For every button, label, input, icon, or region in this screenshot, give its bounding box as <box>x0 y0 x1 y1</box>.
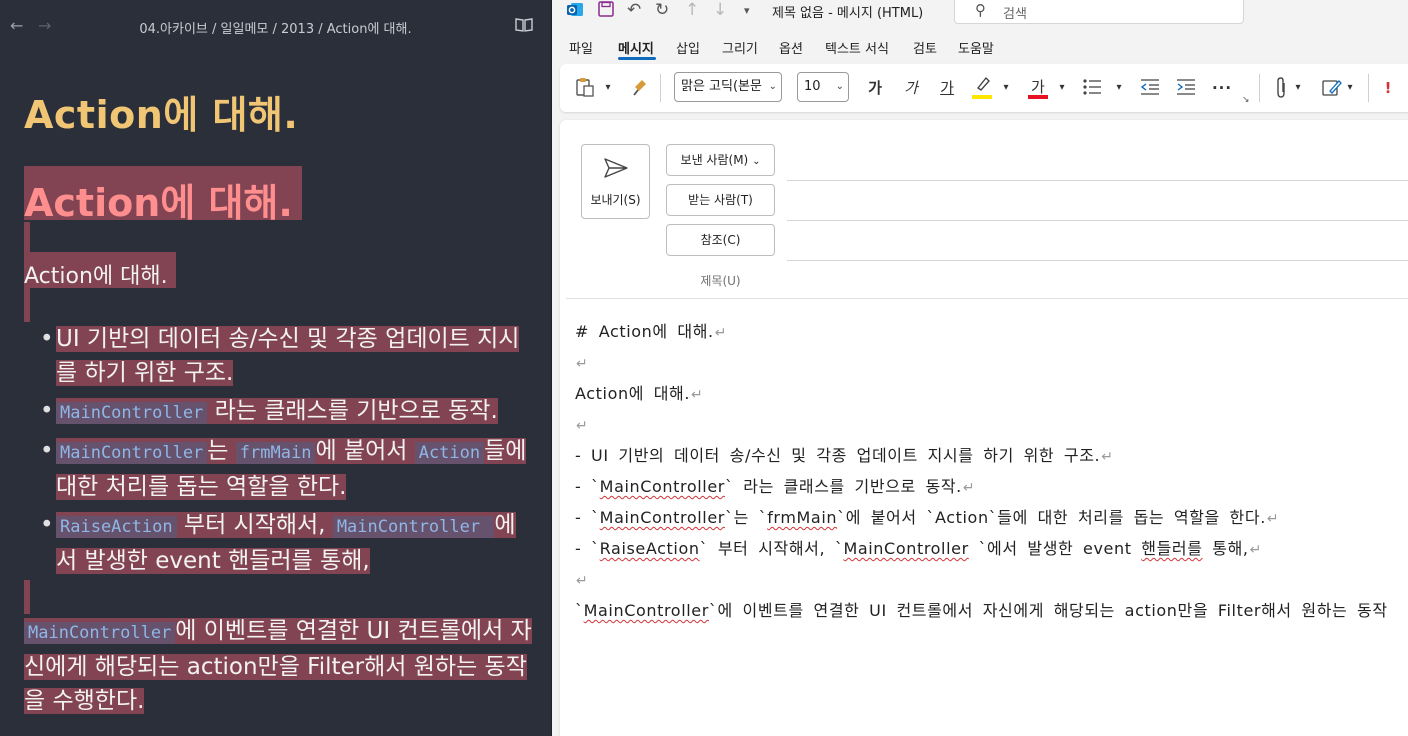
body-line: Action에 대해.↵ <box>575 384 704 403</box>
page-title: Action에 대해. <box>24 93 299 137</box>
ribbon-separator <box>1259 74 1260 102</box>
outlook-compose-window: ↶ ↻ ↑ ↓ ▾ 제목 없음 - 메시지 (HTML) ⚲ 검색 파일 메시지… <box>552 0 1408 736</box>
save-icon[interactable] <box>598 1 614 17</box>
paste-icon[interactable] <box>576 77 594 97</box>
bold-button[interactable]: 가 <box>862 76 888 100</box>
ribbon-separator <box>1368 74 1369 102</box>
down-arrow-icon[interactable]: ↓ <box>713 0 727 20</box>
attach-dropdown-icon[interactable]: ▾ <box>1292 76 1304 100</box>
signature-icon[interactable] <box>1322 78 1342 98</box>
list-item: RaiseAction 부터 시작해서, MainController 에서 발… <box>40 508 530 578</box>
body-line: ↵ <box>576 418 589 434</box>
body-line: - `MainController` 라는 클래스를 기반으로 동작.↵ <box>575 477 976 496</box>
highlight-dropdown-icon[interactable]: ▾ <box>1000 76 1012 100</box>
from-button[interactable]: 보낸 사람(M) ⌄ <box>666 144 775 176</box>
redo-icon[interactable]: ↻ <box>655 0 669 20</box>
menu-file[interactable]: 파일 <box>569 38 593 57</box>
signature-dropdown-icon[interactable]: ▾ <box>1344 76 1356 100</box>
font-name-value: 맑은 고딕(본문 <box>681 79 762 94</box>
highlight-gap <box>24 288 30 322</box>
dialog-launcher-icon[interactable]: ↘ <box>1242 95 1250 105</box>
menu-message[interactable]: 메시지 <box>618 38 654 57</box>
list-item: UI 기반의 데이터 송/수신 및 각종 업데이트 지시를 하기 위한 구조. <box>40 322 530 390</box>
send-icon <box>604 158 628 178</box>
font-name-select[interactable]: 맑은 고딕(본문 ⌄ <box>674 72 782 102</box>
chevron-down-icon: ⌄ <box>835 81 844 92</box>
menu-insert[interactable]: 삽입 <box>676 38 700 57</box>
high-importance-button[interactable]: ! <box>1382 76 1394 100</box>
more-options-button[interactable]: ··· <box>1207 76 1237 100</box>
undo-icon[interactable]: ↶ <box>627 0 641 20</box>
bullets-icon[interactable] <box>1082 78 1102 96</box>
from-label: 보낸 사람(M) <box>680 153 749 167</box>
decrease-indent-icon[interactable] <box>1140 78 1160 96</box>
breadcrumb: 04.아카이브 / 일일메모 / 2013 / Action에 대해. <box>139 22 412 37</box>
font-size-select[interactable]: 10 ⌄ <box>797 72 849 102</box>
send-label: 보내기(S) <box>590 193 641 207</box>
to-field-line <box>787 220 1408 221</box>
menu-help[interactable]: 도움말 <box>958 38 994 57</box>
to-button[interactable]: 받는 사람(T) <box>666 184 775 216</box>
menu-review[interactable]: 검토 <box>913 38 937 57</box>
final-paragraph: MainController 에 이벤트를 연결한 UI 컨트롤에서 자신에게 해… <box>24 618 532 714</box>
highlight-color-button[interactable] <box>970 76 996 100</box>
highlighter-icon <box>976 76 990 91</box>
font-size-value: 10 <box>804 79 821 94</box>
body-line: ↵ <box>576 573 589 589</box>
highlight-gap <box>24 580 30 614</box>
underline-button[interactable]: 가 <box>934 76 960 100</box>
highlighted-heading: Action에 대해. <box>24 166 302 225</box>
body-line: - `RaiseAction` 부터 시작해서, `MainController… <box>575 539 1262 558</box>
send-button[interactable]: 보내기(S) <box>581 144 650 219</box>
compose-area: 보내기(S) 보낸 사람(M) ⌄ 받는 사람(T) 참조(C) 제목(U) #… <box>560 120 1408 736</box>
body-line: - UI 기반의 데이터 송/수신 및 각종 업데이트 지시를 하기 위한 구조… <box>575 446 1114 465</box>
body-line: `MainController`에 이벤트를 연결한 UI 컨트롤에서 자신에게… <box>575 601 1388 620</box>
reading-mode-book-icon[interactable] <box>515 18 533 32</box>
search-input[interactable]: ⚲ 검색 <box>954 0 1244 24</box>
increase-indent-icon[interactable] <box>1176 78 1196 96</box>
subject-label: 제목(U) <box>700 274 741 288</box>
paste-dropdown-icon[interactable]: ▾ <box>602 76 614 100</box>
highlighted-paragraph: Action에 대해. <box>24 252 176 289</box>
up-arrow-icon[interactable]: ↑ <box>685 0 699 20</box>
list-item: MainController는 frmMain에 붙어서 Action들에 대한… <box>40 434 530 504</box>
body-line: ↵ <box>576 356 589 372</box>
viewer-toolbar: ← → 04.아카이브 / 일일메모 / 2013 / Action에 대해. <box>0 0 551 54</box>
search-placeholder: 검색 <box>1003 7 1027 22</box>
highlight-gap <box>24 222 30 252</box>
attach-file-icon[interactable] <box>1274 77 1288 99</box>
outlook-logo-icon <box>567 3 583 16</box>
quick-access-dropdown-icon[interactable]: ▾ <box>744 4 750 17</box>
window-title: 제목 없음 - 메시지 (HTML) <box>772 6 924 21</box>
ribbon-toolbar: ▾ 맑은 고딕(본문 ⌄ 10 ⌄ 가 가 가 ▾ 가 ▾ ▾ ··· ↘ ▾ … <box>560 64 1408 112</box>
bullet-list: UI 기반의 데이터 송/수신 및 각종 업데이트 지시를 하기 위한 구조. … <box>40 322 530 582</box>
bullets-dropdown-icon[interactable]: ▾ <box>1113 76 1125 100</box>
chevron-down-icon: ⌄ <box>768 81 777 92</box>
list-item: MainController 라는 클래스를 기반으로 동작. <box>40 394 530 430</box>
message-body-editor[interactable]: # Action에 대해.↵ ↵ Action에 대해.↵ ↵ - UI 기반의… <box>575 316 1408 626</box>
font-color-dropdown-icon[interactable]: ▾ <box>1056 76 1068 100</box>
menu-format-text[interactable]: 텍스트 서식 <box>825 38 889 57</box>
font-color-button[interactable]: 가 <box>1026 74 1052 102</box>
chevron-down-icon: ⌄ <box>752 156 761 167</box>
menu-draw[interactable]: 그리기 <box>722 38 758 57</box>
cc-field-line <box>787 260 1408 261</box>
body-line: - `MainController`는 `frmMain`에 붙어서 `Acti… <box>575 508 1280 527</box>
body-line: # Action에 대해.↵ <box>575 322 728 341</box>
font-color-glyph: 가 <box>1031 78 1045 96</box>
italic-button[interactable]: 가 <box>898 76 924 100</box>
ribbon-separator <box>660 74 661 102</box>
markdown-viewer-pane: ← → 04.아카이브 / 일일메모 / 2013 / Action에 대해. … <box>0 0 551 736</box>
menu-options[interactable]: 옵션 <box>779 38 803 57</box>
from-field-line <box>787 180 1408 181</box>
menu-bar: 파일 메시지 삽입 그리기 옵션 텍스트 서식 검토 도움말 <box>552 36 1408 60</box>
active-tab-indicator <box>618 57 656 60</box>
search-icon: ⚲ <box>975 1 986 19</box>
body-separator <box>566 298 1408 299</box>
cc-button[interactable]: 참조(C) <box>666 224 775 256</box>
title-bar: ↶ ↻ ↑ ↓ ▾ 제목 없음 - 메시지 (HTML) ⚲ 검색 <box>552 0 1408 24</box>
format-painter-icon[interactable] <box>632 77 650 97</box>
